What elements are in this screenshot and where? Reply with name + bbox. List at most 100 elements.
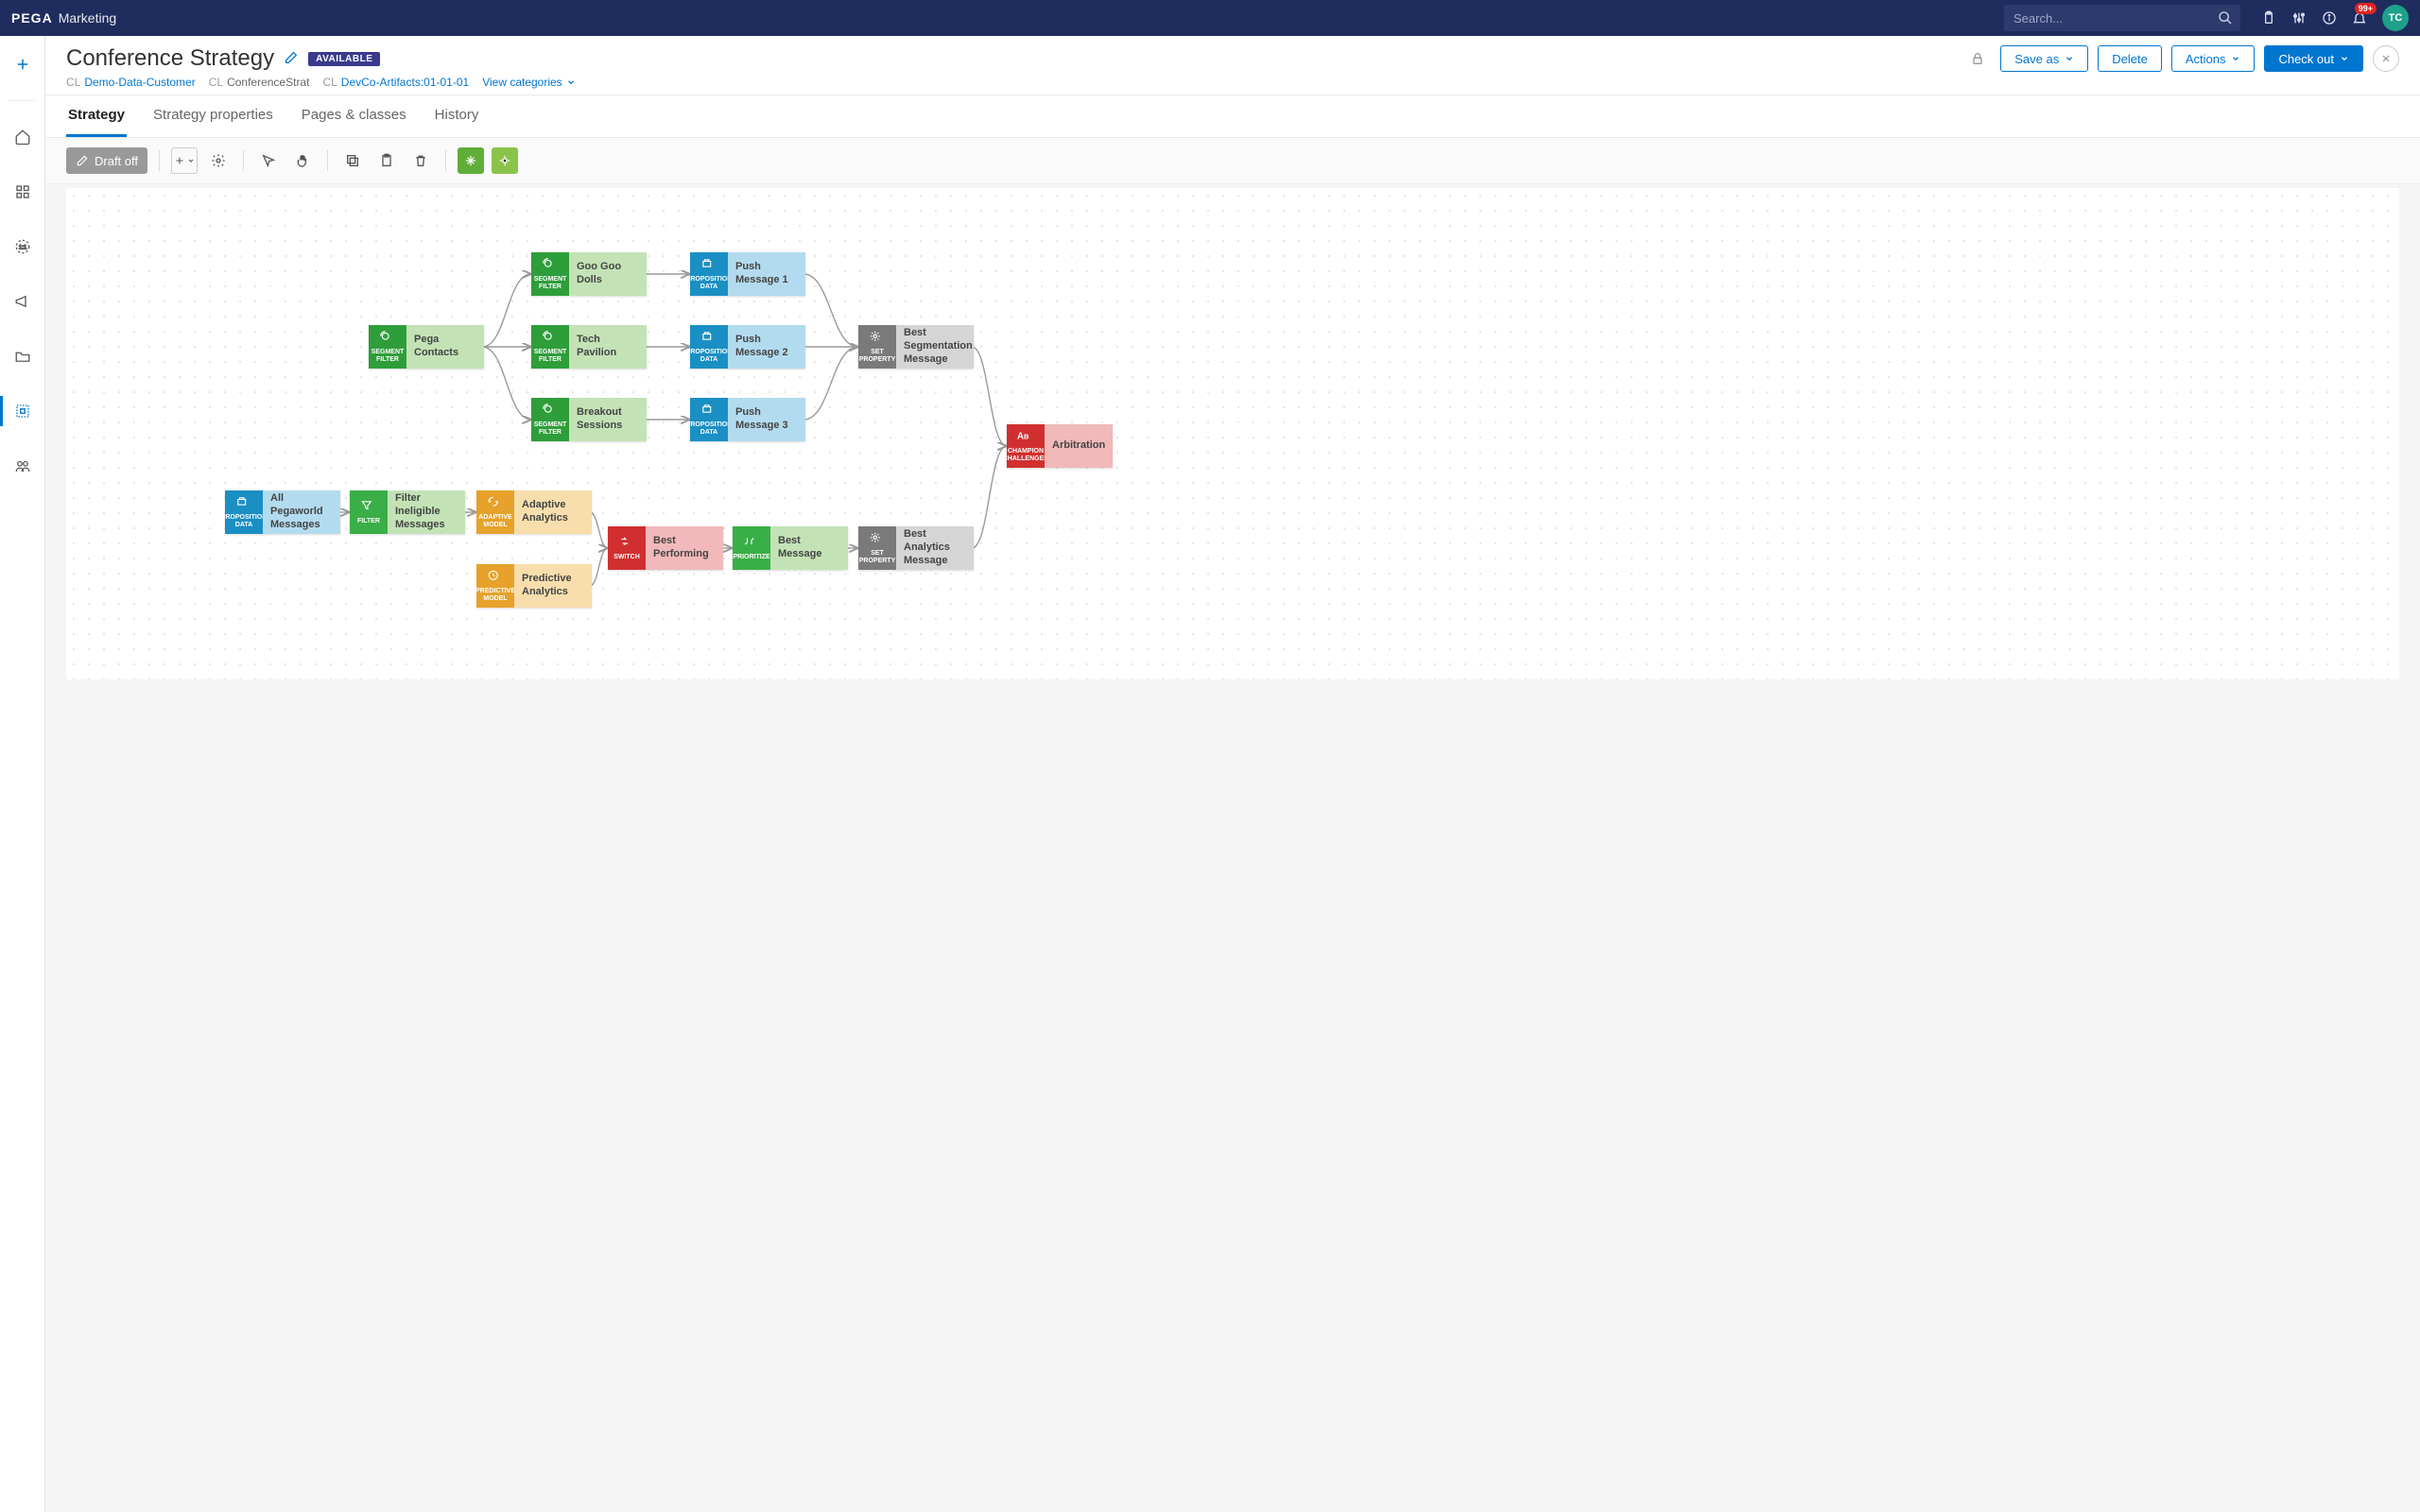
node-bseg[interactable]: SET PROPERTYBest Segmentation Message [858, 325, 974, 369]
copy-icon[interactable] [339, 147, 366, 174]
trash-icon[interactable] [407, 147, 434, 174]
predict-icon: PREDICTIVE MODEL [476, 564, 514, 608]
segment-icon: SEGMENT FILTER [369, 325, 406, 369]
view-categories-link[interactable]: View categories [482, 76, 576, 89]
add-shape-button[interactable] [171, 147, 198, 174]
edit-title-icon[interactable] [284, 50, 299, 68]
actions-button[interactable]: Actions [2171, 45, 2256, 72]
rail-grid-icon[interactable] [0, 173, 45, 211]
gear-icon[interactable] [205, 147, 232, 174]
pan-icon[interactable] [289, 147, 316, 174]
node-label: Best Analytics Message [896, 526, 974, 570]
search-input[interactable] [2004, 11, 2210, 26]
close-icon[interactable] [2373, 45, 2399, 72]
notifications-icon[interactable]: 99+ [2346, 5, 2373, 31]
node-pred[interactable]: PREDICTIVE MODELPredictive Analytics [476, 564, 592, 608]
setprop-icon: SET PROPERTY [858, 526, 896, 570]
checkout-button[interactable]: Check out [2264, 45, 2363, 72]
segment-icon: SEGMENT FILTER [531, 252, 569, 296]
rail-interaction-icon[interactable]: 1:1 [0, 228, 45, 266]
node-pm1[interactable]: PROPOSITION DATAPush Message 1 [690, 252, 805, 296]
node-label: Push Message 2 [728, 325, 805, 369]
rail-home-icon[interactable] [0, 118, 45, 156]
node-label: Filter Ineligible Messages [388, 490, 465, 534]
node-label: Best Message [770, 526, 848, 570]
node-label: Pega Contacts [406, 325, 484, 369]
align-center-icon[interactable] [458, 147, 484, 174]
top-nav: PEGA Marketing 99+ TC [0, 0, 2420, 36]
tab-history[interactable]: History [433, 95, 481, 137]
node-switch[interactable]: SWITCHBest Performing [608, 526, 723, 570]
svg-text:1:1: 1:1 [18, 245, 26, 250]
rail-strategy-icon[interactable] [0, 392, 45, 430]
strategy-canvas[interactable]: SEGMENT FILTERPega ContactsSEGMENT FILTE… [66, 188, 2399, 679]
node-label: Tech Pavilion [569, 325, 647, 369]
node-label: All Pegaworld Messages [263, 490, 340, 534]
brand-primary: PEGA [11, 10, 53, 26]
node-label: Push Message 3 [728, 398, 805, 441]
pointer-icon[interactable] [255, 147, 282, 174]
rail-users-icon[interactable] [0, 447, 45, 485]
draft-toggle[interactable]: Draft off [66, 147, 147, 174]
switch-icon: SWITCH [608, 526, 646, 570]
node-label: Push Message 1 [728, 252, 805, 296]
node-arb[interactable]: ABCHAMPION CHALLENGERArbitration [1007, 424, 1113, 468]
node-pega[interactable]: SEGMENT FILTERPega Contacts [369, 325, 484, 369]
node-tech[interactable]: SEGMENT FILTERTech Pavilion [531, 325, 647, 369]
prop-icon: PROPOSITION DATA [225, 490, 263, 534]
left-rail: 1:1 [0, 36, 45, 1512]
node-pm2[interactable]: PROPOSITION DATAPush Message 2 [690, 325, 805, 369]
rail-folder-icon[interactable] [0, 337, 45, 375]
canvas-scroll[interactable]: SEGMENT FILTERPega ContactsSEGMENT FILTE… [45, 184, 2420, 1512]
brand-secondary: Marketing [59, 10, 116, 26]
champ-icon: ABCHAMPION CHALLENGER [1007, 424, 1045, 468]
node-label: Arbitration [1045, 424, 1113, 468]
breadcrumb-item[interactable]: Demo-Data-Customer [84, 76, 195, 89]
prop-icon: PROPOSITION DATA [690, 252, 728, 296]
node-label: Adaptive Analytics [514, 490, 592, 534]
save-as-button[interactable]: Save as [2000, 45, 2088, 72]
paste-icon[interactable] [373, 147, 400, 174]
node-label: Best Segmentation Message [896, 325, 974, 369]
breadcrumb-item[interactable]: DevCo-Artifacts:01-01-01 [341, 76, 469, 89]
breadcrumb: CLDemo-Data-CustomerCLConferenceStratCLD… [66, 76, 1964, 89]
delete-button[interactable]: Delete [2098, 45, 2162, 72]
node-filt[interactable]: FILTERFilter Ineligible Messages [350, 490, 465, 534]
node-pm3[interactable]: PROPOSITION DATAPush Message 3 [690, 398, 805, 441]
rail-add-button[interactable] [0, 45, 45, 83]
node-label: Breakout Sessions [569, 398, 647, 441]
tab-pages-classes[interactable]: Pages & classes [300, 95, 408, 137]
info-icon[interactable] [2316, 5, 2342, 31]
node-allmsg[interactable]: PROPOSITION DATAAll Pegaworld Messages [225, 490, 340, 534]
node-adapt[interactable]: ADAPTIVE MODELAdaptive Analytics [476, 490, 592, 534]
prop-icon: PROPOSITION DATA [690, 398, 728, 441]
node-goo[interactable]: SEGMENT FILTERGoo Goo Dolls [531, 252, 647, 296]
global-search[interactable] [2004, 5, 2240, 31]
tab-strategy[interactable]: Strategy [66, 95, 127, 137]
svg-text:AB: AB [1017, 432, 1029, 442]
tabs: Strategy Strategy properties Pages & class… [45, 95, 2420, 138]
page-header: Conference Strategy AVAILABLE CLDemo-Dat… [45, 36, 2420, 95]
node-label: Goo Goo Dolls [569, 252, 647, 296]
filter-icon: FILTER [350, 490, 388, 534]
sliders-icon[interactable] [2286, 5, 2312, 31]
breadcrumb-item: ConferenceStrat [227, 76, 309, 89]
prior-icon: PRIORITIZE [733, 526, 770, 570]
setprop-icon: SET PROPERTY [858, 325, 896, 369]
lock-icon[interactable] [1964, 45, 1991, 72]
node-label: Predictive Analytics [514, 564, 592, 608]
node-label: Best Performing [646, 526, 723, 570]
canvas-toolbar: Draft off [45, 138, 2420, 184]
align-distribute-icon[interactable] [492, 147, 518, 174]
node-break[interactable]: SEGMENT FILTERBreakout Sessions [531, 398, 647, 441]
notification-badge: 99+ [2355, 3, 2377, 14]
clipboard-icon[interactable] [2256, 5, 2282, 31]
search-icon[interactable] [2210, 5, 2240, 31]
node-prior[interactable]: PRIORITIZEBest Message [733, 526, 848, 570]
segment-icon: SEGMENT FILTER [531, 398, 569, 441]
node-bana[interactable]: SET PROPERTYBest Analytics Message [858, 526, 974, 570]
prop-icon: PROPOSITION DATA [690, 325, 728, 369]
tab-strategy-properties[interactable]: Strategy properties [151, 95, 275, 137]
rail-megaphone-icon[interactable] [0, 283, 45, 320]
avatar[interactable]: TC [2382, 5, 2409, 31]
